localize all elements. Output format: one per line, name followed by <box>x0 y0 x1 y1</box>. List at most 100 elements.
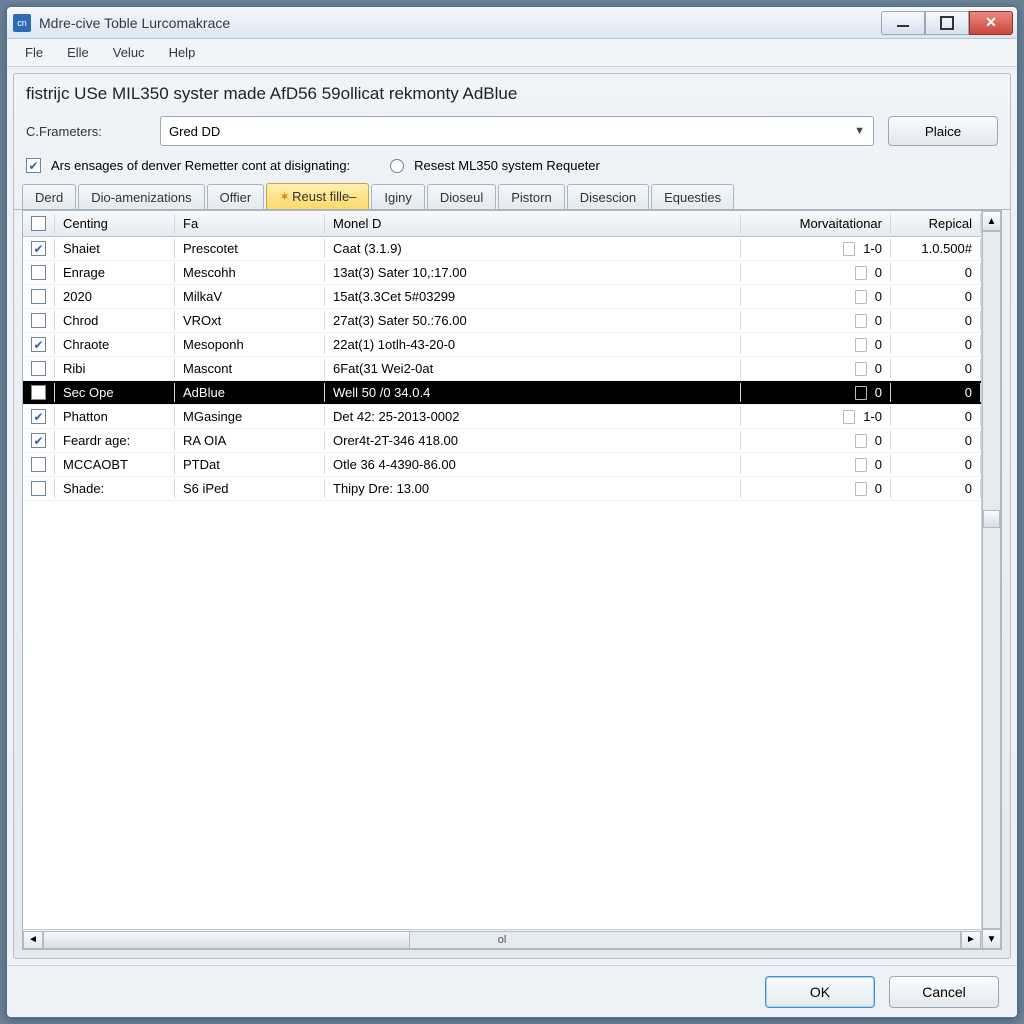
table-row[interactable]: ChraoteMesoponh22at(1) 1otlh-43-20-000 <box>23 333 981 357</box>
reset-radio-label: Resest ML350 system Requeter <box>414 158 600 173</box>
doc-icon <box>855 290 867 304</box>
cell-b: Mascont <box>175 359 325 378</box>
cell-a: MCCAOBT <box>55 455 175 474</box>
place-button[interactable]: Plaice <box>888 116 998 146</box>
tab-label: Dioseul <box>440 190 483 205</box>
table-row[interactable]: ChrodVROxt27at(3) Sater 50.:76.0000 <box>23 309 981 333</box>
parameters-combo[interactable]: Gred DD ▼ <box>160 116 874 146</box>
cancel-button[interactable]: Cancel <box>889 976 999 1008</box>
cell-e: 0 <box>891 407 981 426</box>
reset-radio[interactable] <box>390 159 404 173</box>
cell-c: 27at(3) Sater 50.:76.00 <box>325 311 741 330</box>
row-checkbox[interactable] <box>31 409 46 424</box>
horizontal-scrollbar[interactable]: ◄ ol ► <box>23 929 981 949</box>
scroll-up-icon[interactable]: ▲ <box>982 211 1001 231</box>
table-row[interactable]: MCCAOBTPTDatOtle 36 4-4390-86.0000 <box>23 453 981 477</box>
col-repical[interactable]: Repical <box>891 214 981 233</box>
tab-dioseul[interactable]: Dioseul <box>427 184 496 209</box>
hscroll-label: ol <box>498 934 507 946</box>
row-checkbox[interactable] <box>31 433 46 448</box>
data-grid: Centing Fa Monel D Morvaitationar Repica… <box>22 210 1002 950</box>
table-row[interactable]: ShaietPrescotetCaat (3.1.9)1-01.0.500# <box>23 237 981 261</box>
doc-icon <box>855 338 867 352</box>
tab-label: Offier <box>220 190 252 205</box>
select-all-checkbox[interactable] <box>31 216 46 231</box>
cell-c: 6Fat(31 Wei2-0at <box>325 359 741 378</box>
cell-a: Chraote <box>55 335 175 354</box>
cell-c: 13at(3) Sater 10,:17.00 <box>325 263 741 282</box>
dialog-footer: OK Cancel <box>7 965 1017 1017</box>
col-centing[interactable]: Centing <box>55 214 175 233</box>
tab-equesties[interactable]: Equesties <box>651 184 734 209</box>
titlebar[interactable]: cn Mdre-cive Toble Lurcomakrace <box>7 7 1017 39</box>
table-row[interactable]: EnrageMescohh13at(3) Sater 10,:17.0000 <box>23 261 981 285</box>
table-row[interactable]: Feardr age:RA OIAOrer4t-2T-346 418.0000 <box>23 429 981 453</box>
hscroll-thumb[interactable] <box>44 932 410 948</box>
cell-b: Prescotet <box>175 239 325 258</box>
scroll-down-icon[interactable]: ▼ <box>982 929 1001 949</box>
table-row[interactable]: Sec OpeAdBlueWell 50 /0 34.0.400 <box>23 381 981 405</box>
tab-disescion[interactable]: Disescion <box>567 184 649 209</box>
cell-d: 0 <box>741 359 891 379</box>
cell-b: S6 iPed <box>175 479 325 498</box>
table-row[interactable]: RibiMascont6Fat(31 Wei2-0at00 <box>23 357 981 381</box>
maximize-button[interactable] <box>925 11 969 35</box>
tab-offier[interactable]: Offier <box>207 184 265 209</box>
doc-icon <box>855 266 867 280</box>
cell-b: AdBlue <box>175 383 325 402</box>
menu-help[interactable]: Help <box>157 41 208 64</box>
doc-icon <box>855 362 867 376</box>
ok-button[interactable]: OK <box>765 976 875 1008</box>
menu-file[interactable]: Fle <box>13 41 55 64</box>
cell-a: Sec Ope <box>55 383 175 402</box>
cell-e: 0 <box>891 263 981 282</box>
tab-label: Pistorn <box>511 190 551 205</box>
cell-c: Orer4t-2T-346 418.00 <box>325 431 741 450</box>
cell-a: Enrage <box>55 263 175 282</box>
row-checkbox[interactable] <box>31 289 46 304</box>
vscroll-thumb[interactable] <box>983 510 1000 528</box>
tab-pistorn[interactable]: Pistorn <box>498 184 564 209</box>
row-checkbox[interactable] <box>31 313 46 328</box>
row-checkbox[interactable] <box>31 457 46 472</box>
cell-e: 0 <box>891 455 981 474</box>
cell-d: 0 <box>741 287 891 307</box>
tab-reust-fille-[interactable]: ✶Reust fille– <box>266 183 369 209</box>
doc-icon <box>843 242 855 256</box>
row-checkbox[interactable] <box>31 385 46 400</box>
table-row[interactable]: 2020MilkaV15at(3.3Cet 5#0329900 <box>23 285 981 309</box>
table-row[interactable]: Shade:S6 iPedThipy Dre: 13.0000 <box>23 477 981 501</box>
tab-derd[interactable]: Derd <box>22 184 76 209</box>
cell-b: VROxt <box>175 311 325 330</box>
close-button[interactable] <box>969 11 1013 35</box>
menu-veluc[interactable]: Veluc <box>101 41 157 64</box>
parameters-value: Gred DD <box>169 124 220 139</box>
tab-dio-amenizations[interactable]: Dio-amenizations <box>78 184 204 209</box>
col-morv[interactable]: Morvaitationar <box>741 214 891 233</box>
row-checkbox[interactable] <box>31 241 46 256</box>
cell-e: 0 <box>891 335 981 354</box>
row-checkbox[interactable] <box>31 265 46 280</box>
cell-a: Shade: <box>55 479 175 498</box>
cell-d: 0 <box>741 335 891 355</box>
menu-elle[interactable]: Elle <box>55 41 101 64</box>
cell-c: Det 42: 25-2013-0002 <box>325 407 741 426</box>
ensages-checkbox[interactable] <box>26 158 41 173</box>
vertical-scrollbar[interactable]: ▲ ▼ <box>981 211 1001 949</box>
cell-d: 1-0 <box>741 239 891 259</box>
options-row: Ars ensages of denver Remetter cont at d… <box>14 152 1010 183</box>
row-checkbox[interactable] <box>31 361 46 376</box>
col-monel[interactable]: Monel D <box>325 214 741 233</box>
minimize-button[interactable] <box>881 11 925 35</box>
row-checkbox[interactable] <box>31 337 46 352</box>
tab-iginy[interactable]: Iginy <box>371 184 424 209</box>
window-title: Mdre-cive Toble Lurcomakrace <box>39 15 881 31</box>
cell-a: Shaiet <box>55 239 175 258</box>
table-row[interactable]: PhattonMGasingeDet 42: 25-2013-00021-00 <box>23 405 981 429</box>
scroll-left-icon[interactable]: ◄ <box>23 931 43 949</box>
cell-d: 0 <box>741 455 891 475</box>
row-checkbox[interactable] <box>31 481 46 496</box>
doc-icon <box>855 386 867 400</box>
col-fa[interactable]: Fa <box>175 214 325 233</box>
scroll-right-icon[interactable]: ► <box>961 931 981 949</box>
